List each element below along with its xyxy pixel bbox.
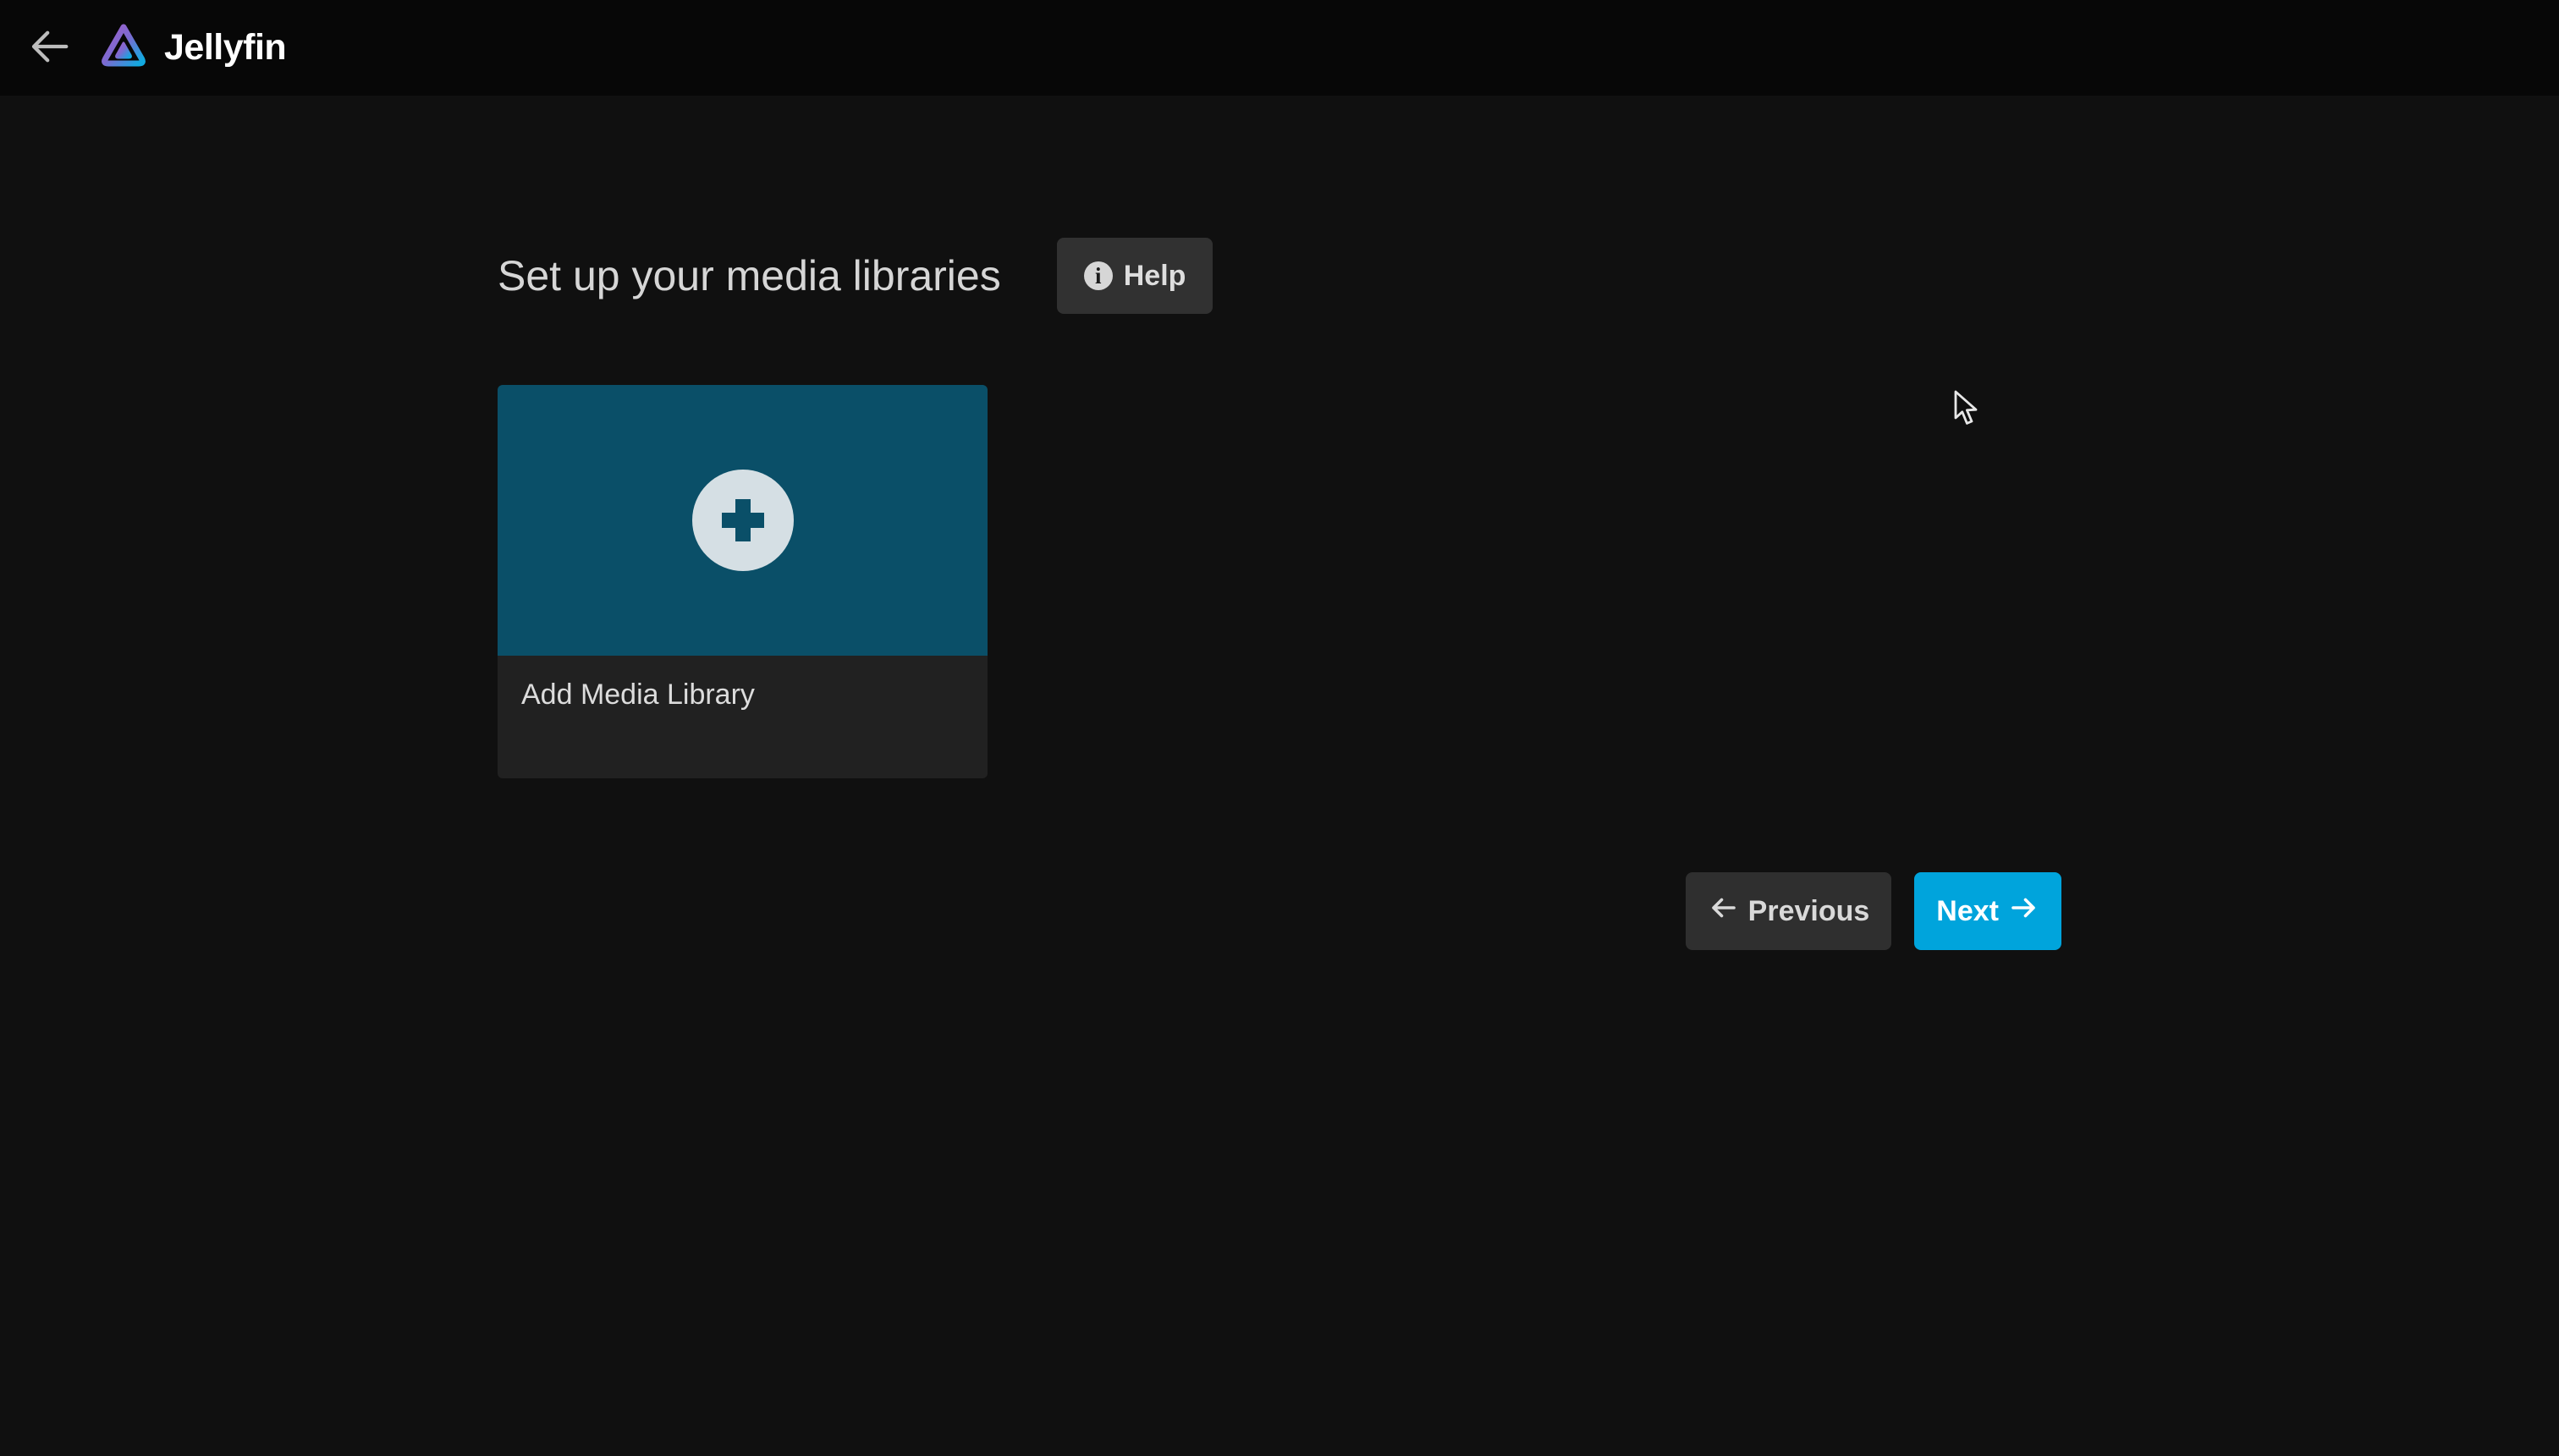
add-library-card-image[interactable]	[498, 385, 988, 656]
plus-icon	[692, 470, 794, 571]
app-header: Jellyfin	[0, 0, 2559, 96]
arrow-right-icon	[2009, 893, 2039, 931]
card-caption-label: Add Media Library	[521, 676, 964, 713]
info-icon: i	[1084, 261, 1113, 290]
previous-button-label: Previous	[1748, 895, 1870, 928]
jellyfin-logo-icon	[96, 19, 151, 77]
wizard-nav-row: Previous Next	[1686, 872, 2061, 950]
add-library-card[interactable]: Add Media Library	[498, 385, 988, 778]
page-title: Set up your media libraries	[498, 251, 1001, 300]
next-button[interactable]: Next	[1914, 872, 2061, 950]
title-row: Set up your media libraries i Help	[498, 238, 1213, 314]
app-name: Jellyfin	[164, 27, 286, 69]
help-button-label: Help	[1124, 260, 1186, 293]
jellyfin-setup-wizard-screen: Jellyfin Set up your media libraries i H…	[0, 0, 2559, 1456]
jellyfin-logo: Jellyfin	[96, 19, 286, 77]
library-cards-row: Add Media Library	[498, 385, 988, 778]
card-caption-secondary	[521, 713, 964, 747]
back-button[interactable]	[22, 21, 76, 75]
next-button-label: Next	[1936, 895, 1999, 928]
previous-button[interactable]: Previous	[1686, 872, 1892, 950]
card-caption: Add Media Library	[498, 656, 988, 778]
arrow-left-icon	[26, 24, 72, 72]
help-button[interactable]: i Help	[1057, 238, 1213, 314]
wizard-content: Set up your media libraries i Help Add M…	[498, 96, 2061, 1456]
arrow-left-icon	[1708, 893, 1738, 931]
